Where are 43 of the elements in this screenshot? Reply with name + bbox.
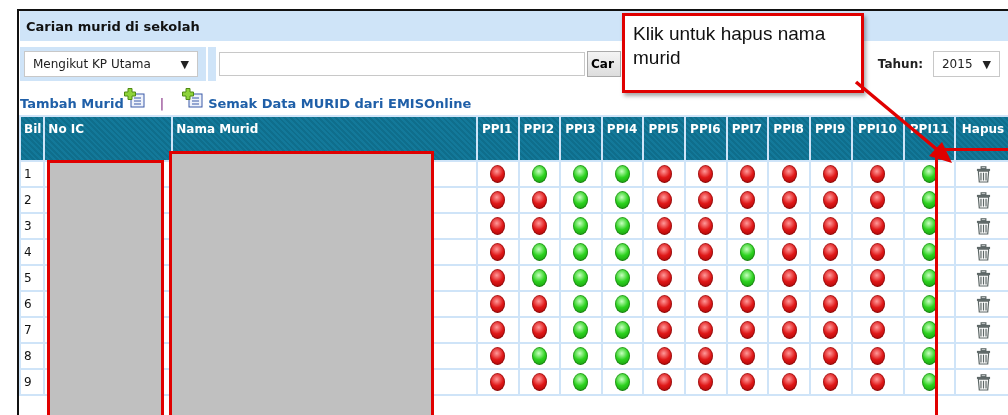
column-header: PPI8 (768, 116, 810, 161)
add-record-icon[interactable] (123, 88, 146, 108)
add-record-icon[interactable] (182, 88, 205, 108)
table-cell: 2 (20, 187, 45, 213)
column-header: Bil (20, 116, 45, 161)
column-header: PPI3 (560, 116, 602, 161)
separator-bar (208, 47, 216, 81)
filter-dropdown[interactable]: Mengikut KP Utama ▼ (24, 51, 198, 77)
column-header: PPI1 (476, 116, 519, 161)
delete-icon[interactable] (976, 295, 992, 313)
column-header: PPI4 (601, 116, 644, 161)
delete-icon[interactable] (976, 347, 992, 365)
column-header: PPI9 (809, 116, 852, 161)
delete-icon[interactable] (976, 269, 992, 287)
link[interactable]: Semak Data MURID dari EMISOnline (208, 96, 472, 111)
column-header: PPI6 (685, 116, 727, 161)
hint-tooltip: Klik untuk hapus nama murid (622, 13, 864, 93)
table-cell: 8 (20, 343, 45, 369)
table-cell: 9 (20, 369, 45, 395)
column-header: PPI5 (643, 116, 685, 161)
delete-icon[interactable] (976, 165, 992, 183)
table-cell: 6 (20, 291, 45, 317)
search-button[interactable]: Car (587, 51, 621, 77)
year-label: Tahun: (877, 57, 923, 71)
delete-icon[interactable] (976, 321, 992, 339)
column-header: PPI10 (851, 116, 905, 161)
column-header: PPI2 (518, 116, 561, 161)
table-cell: 7 (20, 317, 45, 343)
delete-icon[interactable] (976, 243, 992, 261)
column-header: No IC (44, 116, 173, 161)
delete-icon[interactable] (976, 373, 992, 391)
delete-icon[interactable] (976, 217, 992, 235)
column-header: PPI7 (726, 116, 769, 161)
year-dropdown[interactable]: 2015 ▼ (933, 51, 1000, 77)
search-field[interactable] (219, 52, 585, 76)
table-cell: 1 (20, 161, 45, 187)
table-cell: 5 (20, 265, 45, 291)
link[interactable]: Tambah Murid (20, 96, 124, 111)
table-cell: 4 (20, 239, 45, 265)
table-cell: 3 (20, 213, 45, 239)
delete-icon[interactable] (976, 191, 992, 209)
link-separator: | (159, 96, 165, 111)
panel-title: Carian murid di sekolah (26, 18, 200, 34)
